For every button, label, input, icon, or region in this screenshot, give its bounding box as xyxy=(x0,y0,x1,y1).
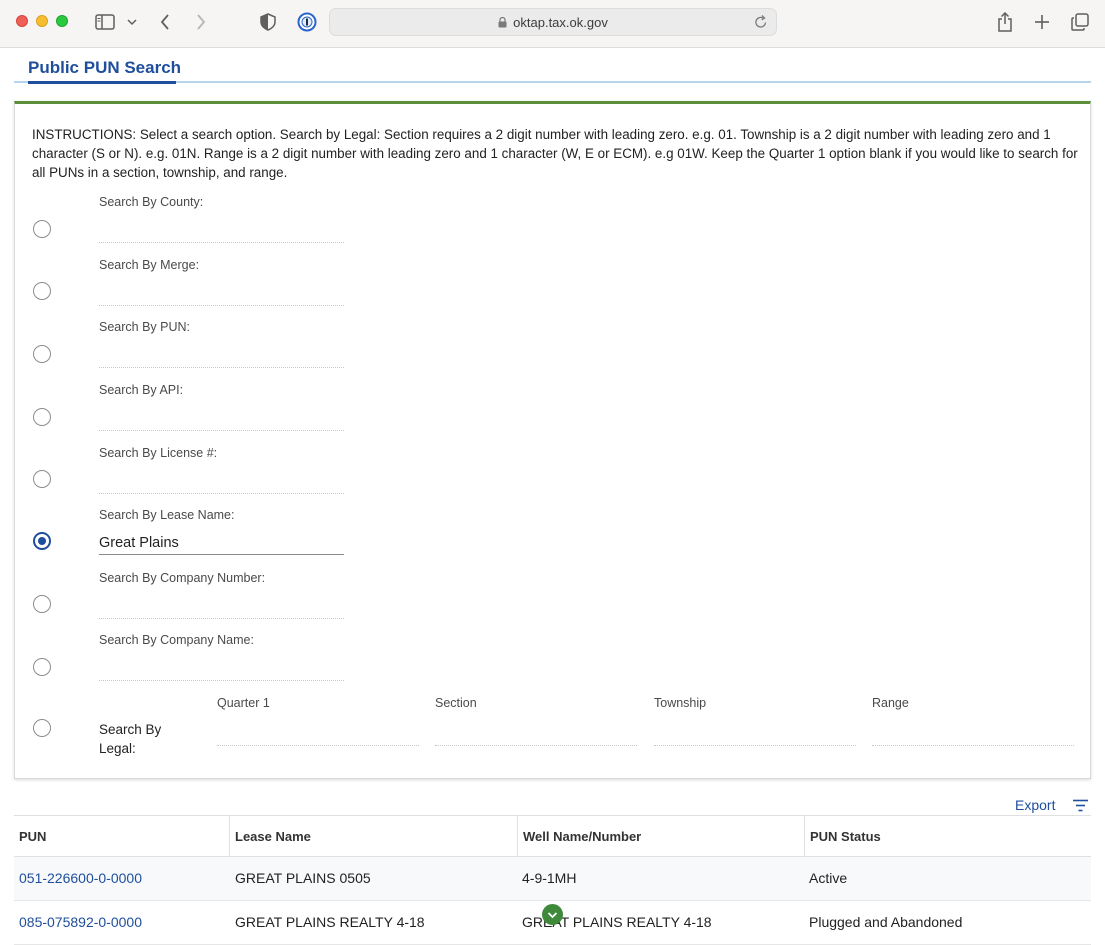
active-tab-indicator xyxy=(28,81,176,84)
new-tab-icon[interactable] xyxy=(1033,11,1051,33)
license-input[interactable] xyxy=(99,470,344,494)
api-label: Search By API: xyxy=(99,383,184,397)
browser-toolbar: oktap.tax.ok.gov xyxy=(0,0,1105,48)
company-name-input[interactable] xyxy=(99,657,344,681)
back-arrow-icon[interactable] xyxy=(157,11,173,33)
sidebar-toggle-icon[interactable] xyxy=(94,11,116,33)
company-number-input[interactable] xyxy=(99,595,344,619)
license-label: Search By License #: xyxy=(99,446,218,460)
range-input[interactable] xyxy=(872,724,1074,746)
lock-icon xyxy=(498,16,507,27)
search-option-license: Search By License #: xyxy=(15,443,375,503)
company-number-radio[interactable] xyxy=(33,595,51,613)
scroll-down-button[interactable] xyxy=(542,904,563,925)
company-number-label: Search By Company Number: xyxy=(99,571,266,585)
lease-name-input[interactable] xyxy=(99,531,344,555)
merge-input[interactable] xyxy=(99,282,344,306)
search-option-api: Search By API: xyxy=(15,380,375,440)
well-name-cell: 4-9-1MH xyxy=(522,870,577,886)
license-radio[interactable] xyxy=(33,470,51,488)
pun-label: Search By PUN: xyxy=(99,320,191,334)
county-input[interactable] xyxy=(99,219,344,243)
chevron-down-icon xyxy=(547,911,558,918)
lease-name-label: Search By Lease Name: xyxy=(99,508,235,522)
search-option-company-number: Search By Company Number: xyxy=(15,568,375,628)
lease-name-cell: GREAT PLAINS 0505 xyxy=(235,870,371,886)
close-window-button[interactable] xyxy=(16,15,28,27)
merge-radio[interactable] xyxy=(33,282,51,300)
search-option-company-name: Search By Company Name: xyxy=(15,630,375,690)
column-header-lease-name[interactable]: Lease Name xyxy=(230,816,518,857)
merge-label: Search By Merge: xyxy=(99,258,200,272)
forward-arrow-icon[interactable] xyxy=(193,11,209,33)
county-radio[interactable] xyxy=(33,220,51,238)
quarter1-label: Quarter 1 xyxy=(217,696,270,710)
column-header-well-name[interactable]: Well Name/Number xyxy=(518,816,805,857)
company-name-label: Search By Company Name: xyxy=(99,633,254,647)
search-option-county: Search By County: xyxy=(15,192,375,252)
search-option-pun: Search By PUN: xyxy=(15,317,375,377)
table-row: 051-226600-0-0000 GREAT PLAINS 0505 4-9-… xyxy=(14,857,1091,901)
lease-name-cell: GREAT PLAINS REALTY 4-18 xyxy=(235,914,425,930)
column-header-pun-status[interactable]: PUN Status xyxy=(805,816,1091,857)
company-name-radio[interactable] xyxy=(33,658,51,676)
pun-status-cell: Active xyxy=(809,870,848,886)
url-text: oktap.tax.ok.gov xyxy=(513,14,608,30)
api-radio[interactable] xyxy=(33,408,51,426)
section-input[interactable] xyxy=(435,724,637,746)
legal-label: Search By Legal: xyxy=(99,722,162,756)
pun-input[interactable] xyxy=(99,344,344,368)
quarter1-input[interactable] xyxy=(217,724,419,746)
tab-public-pun-search[interactable]: Public PUN Search xyxy=(28,58,181,78)
address-bar[interactable]: oktap.tax.ok.gov xyxy=(329,8,777,36)
pun-link[interactable]: 085-075892-0-0000 xyxy=(14,901,142,944)
export-button[interactable]: Export xyxy=(1015,797,1055,813)
password-manager-icon[interactable] xyxy=(296,11,318,33)
range-label: Range xyxy=(872,696,909,710)
instructions-text: INSTRUCTIONS: Select a search option. Se… xyxy=(32,127,1078,180)
zoom-window-button[interactable] xyxy=(56,15,68,27)
county-label: Search By County: xyxy=(99,195,204,209)
search-form-card: INSTRUCTIONS: Select a search option. Se… xyxy=(14,101,1091,779)
section-label: Section xyxy=(435,696,477,710)
api-input[interactable] xyxy=(99,407,344,431)
search-option-lease-name: Search By Lease Name: xyxy=(15,505,375,565)
lease-name-radio[interactable] xyxy=(33,532,51,550)
share-icon[interactable] xyxy=(996,11,1014,33)
township-label: Township xyxy=(654,696,707,710)
minimize-window-button[interactable] xyxy=(36,15,48,27)
pun-status-cell: Plugged and Abandoned xyxy=(809,914,963,930)
pun-link[interactable]: 051-226600-0-0000 xyxy=(14,857,142,900)
chevron-down-icon[interactable] xyxy=(126,11,138,33)
column-header-pun[interactable]: PUN xyxy=(14,816,230,857)
table-header: PUN Lease Name Well Name/Number PUN Stat… xyxy=(14,815,1091,857)
privacy-shield-icon[interactable] xyxy=(259,11,277,33)
pun-radio[interactable] xyxy=(33,345,51,363)
legal-radio[interactable] xyxy=(33,719,51,737)
tab-overview-icon[interactable] xyxy=(1070,11,1090,33)
reload-icon[interactable] xyxy=(754,14,768,30)
search-option-merge: Search By Merge: xyxy=(15,255,375,315)
township-input[interactable] xyxy=(654,724,856,746)
